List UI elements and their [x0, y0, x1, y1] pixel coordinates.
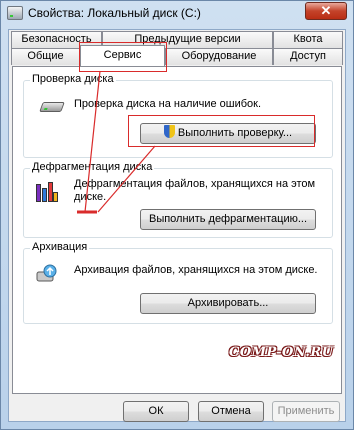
- button-label: Выполнить проверку...: [177, 127, 293, 139]
- archive-icon: [36, 264, 58, 284]
- defrag-description-line1: Дефрагментация файлов, хранящихся на это…: [74, 178, 316, 190]
- apply-button[interactable]: Применить: [272, 401, 340, 422]
- tab-label: Сервис: [103, 49, 142, 61]
- title-bar[interactable]: Свойства: Локальный диск (C:) ✕: [1, 1, 353, 26]
- window-drive-icon: [7, 6, 23, 20]
- window-title: Свойства: Локальный диск (C:): [28, 6, 201, 20]
- ok-button[interactable]: ОК: [123, 401, 189, 422]
- defrag-description-line2: диске.: [74, 191, 107, 203]
- disk-check-group: Проверка диска Проверка диска на наличие…: [23, 73, 333, 158]
- uac-shield-icon: [163, 125, 175, 138]
- watermark: COMP-ON.RU: [229, 345, 334, 360]
- tab-quota[interactable]: Квота: [273, 31, 343, 48]
- button-label: Выполнить дефрагментацию...: [148, 213, 308, 225]
- archive-group: Архивация Архивация файлов, хранящихся н…: [23, 241, 333, 324]
- button-label: Отмена: [211, 405, 251, 417]
- tab-label: Квота: [293, 33, 323, 45]
- hard-disk-icon: [39, 102, 65, 112]
- archive-description: Архивация файлов, хранящихся на этом дис…: [74, 264, 318, 276]
- dialog-client: Безопасность Предыдущие версии Квота Общ…: [8, 29, 346, 422]
- tab-label: Общие: [27, 50, 64, 62]
- group-title: Архивация: [30, 241, 90, 253]
- tab-sharing[interactable]: Доступ: [273, 48, 343, 65]
- close-button[interactable]: ✕: [305, 2, 347, 20]
- tab-service[interactable]: Сервис: [80, 45, 165, 66]
- archive-button[interactable]: Архивировать...: [140, 293, 316, 314]
- tab-label: Предыдущие версии: [134, 33, 241, 45]
- properties-window: Свойства: Локальный диск (C:) ✕ Безопасн…: [0, 0, 354, 430]
- tab-label: Доступ: [290, 50, 326, 62]
- run-check-button[interactable]: Выполнить проверку...: [140, 123, 316, 144]
- defrag-group: Дефрагментация диска Дефрагментация файл…: [23, 161, 333, 238]
- button-label: Архивировать...: [187, 297, 269, 309]
- tab-general[interactable]: Общие: [11, 48, 80, 65]
- disk-check-description: Проверка диска на наличие ошибок.: [74, 98, 262, 110]
- close-icon: ✕: [320, 3, 332, 18]
- group-title: Дефрагментация диска: [30, 161, 155, 173]
- cancel-button[interactable]: Отмена: [198, 401, 264, 422]
- tab-label: Безопасность: [21, 33, 92, 45]
- group-title: Проверка диска: [30, 73, 116, 85]
- button-label: Применить: [277, 405, 335, 417]
- run-defrag-button[interactable]: Выполнить дефрагментацию...: [140, 209, 316, 230]
- tab-hardware[interactable]: Оборудование: [165, 48, 273, 65]
- button-label: ОК: [148, 405, 164, 417]
- tab-label: Оборудование: [181, 50, 257, 62]
- defrag-icon: [36, 180, 58, 202]
